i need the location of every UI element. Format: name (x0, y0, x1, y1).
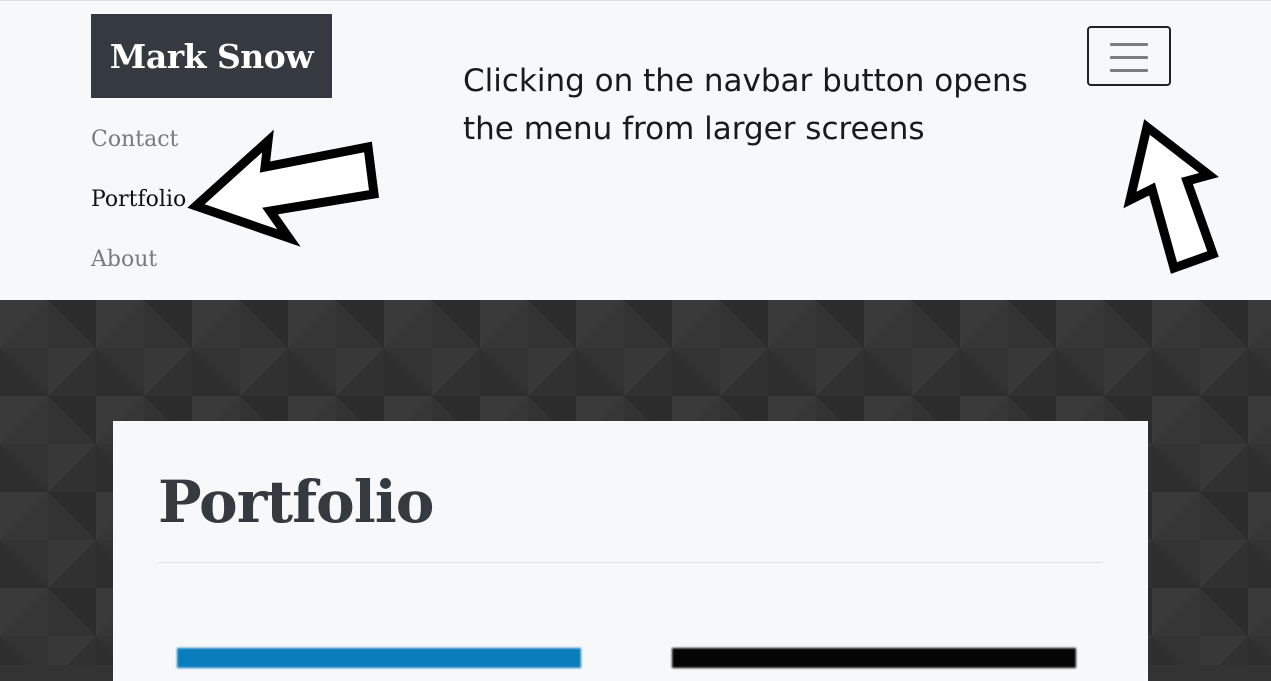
portfolio-card (113, 421, 1148, 681)
annotation-arrow-up-icon (1123, 119, 1219, 274)
navbar: Mark Snow Contact Portfolio About Clicki… (0, 0, 1271, 300)
divider (158, 562, 1103, 563)
portfolio-thumbnail-2[interactable] (672, 648, 1076, 668)
portfolio-thumbnail-1[interactable] (177, 648, 581, 668)
page-title: Portfolio (158, 468, 434, 536)
